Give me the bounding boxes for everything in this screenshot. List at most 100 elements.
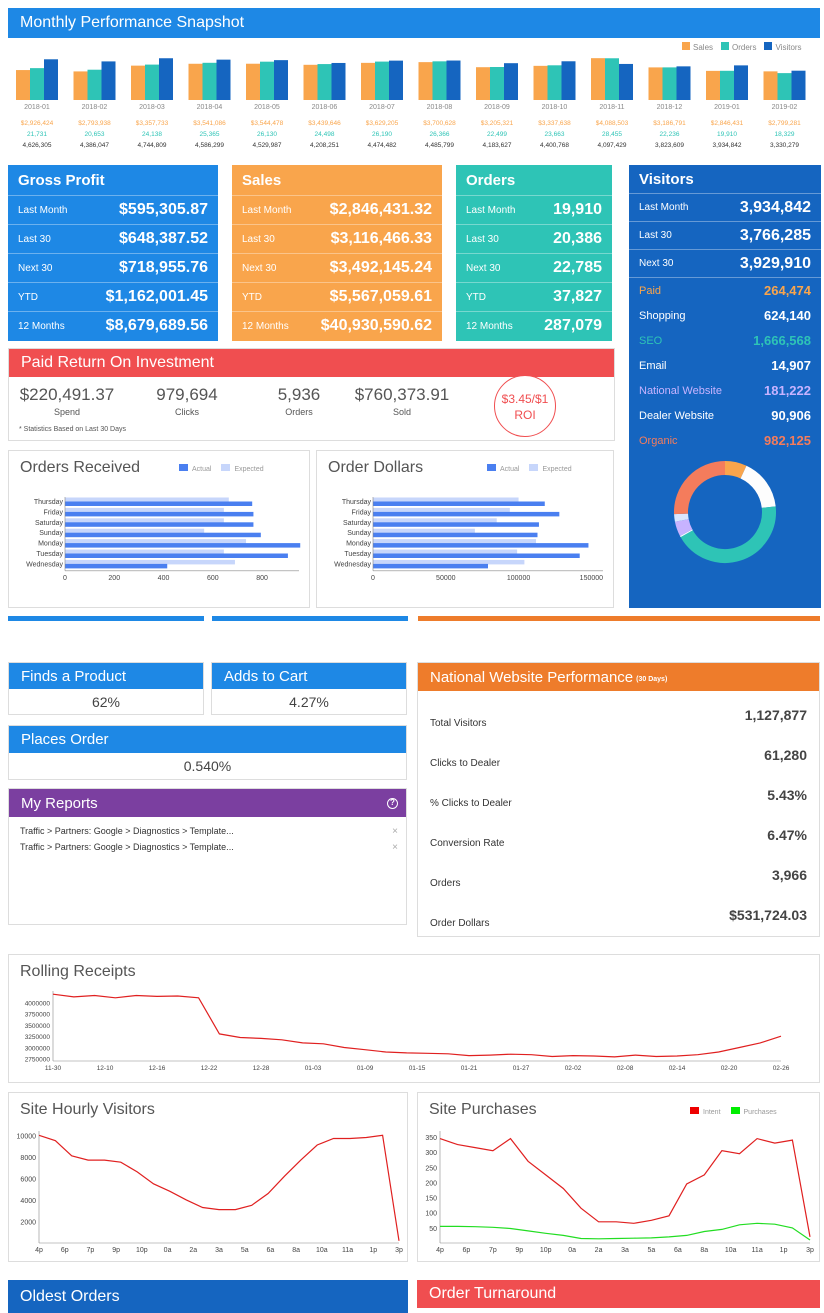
kpi-row-label: YTD [466, 291, 486, 303]
actual-bar [373, 522, 539, 527]
visitor-source-label: SEO [639, 334, 663, 347]
snapshot-bar-orders [720, 70, 734, 100]
snapshot-bar-visitors [331, 62, 346, 100]
actual-bar [373, 501, 545, 506]
order-dollars-card: Order Dollars Actual Expected Thursday Fr… [316, 450, 614, 608]
snapshot-bar-sales [303, 64, 318, 100]
x-tick: 8a [292, 1247, 300, 1254]
kpi-row-label: Last Month [242, 204, 292, 216]
x-tick: 5a [648, 1247, 656, 1254]
actual-bar [373, 543, 589, 548]
month-sales: $3,205,321 [481, 120, 514, 127]
y-tick: 50 [429, 1226, 437, 1233]
x-tick: 12-10 [97, 1065, 114, 1072]
kpi-row-label: YTD [242, 291, 262, 303]
roi-stat-label: Spend [53, 407, 81, 417]
hourly-visitors-title: Site Hourly Visitors [20, 1101, 155, 1118]
kpi-row-value: 3,766,285 [739, 226, 811, 244]
month-visitors: 3,934,842 [713, 142, 742, 149]
expected-bar [65, 518, 224, 523]
actual-bar [65, 511, 254, 517]
national-row: Clicks to Dealer 61,280 [418, 735, 819, 775]
day-label: Sunday [347, 530, 371, 537]
month-sales: $3,629,205 [366, 120, 399, 127]
visitor-source-value: 90,906 [771, 408, 811, 423]
donut-slice [674, 461, 726, 515]
visitor-source-label: Dealer Website [639, 409, 714, 422]
roi-stat-value: $220,491.37 [19, 385, 115, 404]
month-visitors: 4,586,299 [195, 142, 224, 149]
month-visitors: 4,097,429 [598, 142, 627, 149]
month-label: 2018-11 [599, 104, 624, 111]
national-performance-card: National Website Performance (30 Days) T… [417, 662, 820, 937]
roi-stat-label: Clicks [175, 407, 199, 417]
places-order-card: Places Order 0.540% [8, 725, 407, 780]
national-row: Conversion Rate 6.47% [418, 815, 819, 855]
snapshot-bar-visitors [216, 59, 231, 100]
finds-product-label: Finds a Product [9, 663, 203, 689]
month-sales: $3,357,733 [136, 120, 169, 127]
kpi-row: Next 30 22,785 [456, 253, 612, 282]
section-divider-1 [8, 616, 204, 621]
day-label: Saturday [343, 520, 372, 527]
kpi-row-label: Next 30 [242, 262, 277, 274]
month-label: 2018-05 [254, 104, 280, 111]
kpi-row: YTD $1,162,001.45 [8, 282, 218, 311]
actual-bar [373, 553, 580, 558]
national-row: Total Visitors 1,127,877 [418, 695, 819, 735]
kpi-row: Last Month $595,305.87 [8, 195, 218, 224]
month-orders: 22,236 [660, 131, 680, 138]
kpi-row-value: 287,079 [544, 317, 602, 334]
snapshot-bar-orders [317, 64, 332, 100]
x-tick: 01-09 [357, 1065, 374, 1072]
actual-bar [373, 532, 538, 538]
roi-badge: $3.45/$1 ROI [494, 375, 556, 437]
orders-received-title: Orders Received [20, 459, 141, 476]
sales-title: Sales [242, 171, 282, 189]
national-row-value: 1,127,877 [744, 707, 807, 723]
actual-bar [65, 522, 254, 527]
order-dollars-legend: Actual Expected [487, 464, 572, 473]
kpi-row: 12 Months $40,930,590.62 [232, 311, 442, 340]
roi-note: * Statistics Based on Last 30 Days [19, 426, 126, 433]
report-item[interactable]: Traffic > Partners: Google > Diagnostics… [9, 839, 406, 855]
expected-bar [373, 559, 525, 565]
kpi-row: Last 30 20,386 [456, 224, 612, 253]
visitors-title: Visitors [639, 170, 694, 188]
month-orders: 21,731 [27, 131, 47, 138]
roi-stat-value: 979,694 [156, 385, 218, 404]
visitor-source-row: SEO 1,666,568 [629, 328, 821, 353]
snapshot-bar-sales [16, 70, 30, 100]
roi-title: Paid Return On Investment [9, 349, 614, 377]
actual-bar [373, 511, 560, 517]
roi-stat: $760,373.91 Sold [347, 385, 457, 417]
roi-stat-value: $760,373.91 [354, 385, 450, 404]
kpi-row-value: $718,955.76 [119, 259, 208, 276]
report-item[interactable]: Traffic > Partners: Google > Diagnostics… [9, 823, 406, 839]
help-icon[interactable]: ? [387, 797, 398, 809]
section-divider-3 [418, 616, 820, 621]
x-tick: 600 [207, 575, 219, 582]
day-label: Thursday [34, 499, 64, 506]
close-icon[interactable]: × [392, 842, 398, 853]
x-tick: 2a [595, 1247, 603, 1254]
expected-bar [373, 507, 510, 513]
snapshot-bar-orders [202, 62, 217, 100]
x-tick: 11a [342, 1247, 353, 1254]
x-tick: 11-30 [45, 1065, 62, 1072]
close-icon[interactable]: × [392, 826, 398, 837]
kpi-row-label: Last Month [466, 204, 516, 216]
x-tick: 9p [112, 1247, 120, 1254]
y-tick: 4000000 [25, 1000, 51, 1007]
kpi-row-value: $3,492,145.24 [329, 259, 432, 276]
kpi-row-label: Last 30 [18, 233, 51, 245]
month-label: 2018-10 [542, 104, 568, 111]
national-row-label: Conversion Rate [430, 837, 505, 849]
visitor-source-row: Dealer Website 90,906 [629, 403, 821, 428]
snapshot-bar-visitors [561, 61, 576, 100]
y-tick: 300 [425, 1150, 437, 1157]
national-row-label: % Clicks to Dealer [430, 797, 512, 809]
report-item-label: Traffic > Partners: Google > Diagnostics… [20, 826, 234, 836]
month-orders: 19,910 [717, 131, 737, 138]
donut-slice [674, 513, 689, 522]
